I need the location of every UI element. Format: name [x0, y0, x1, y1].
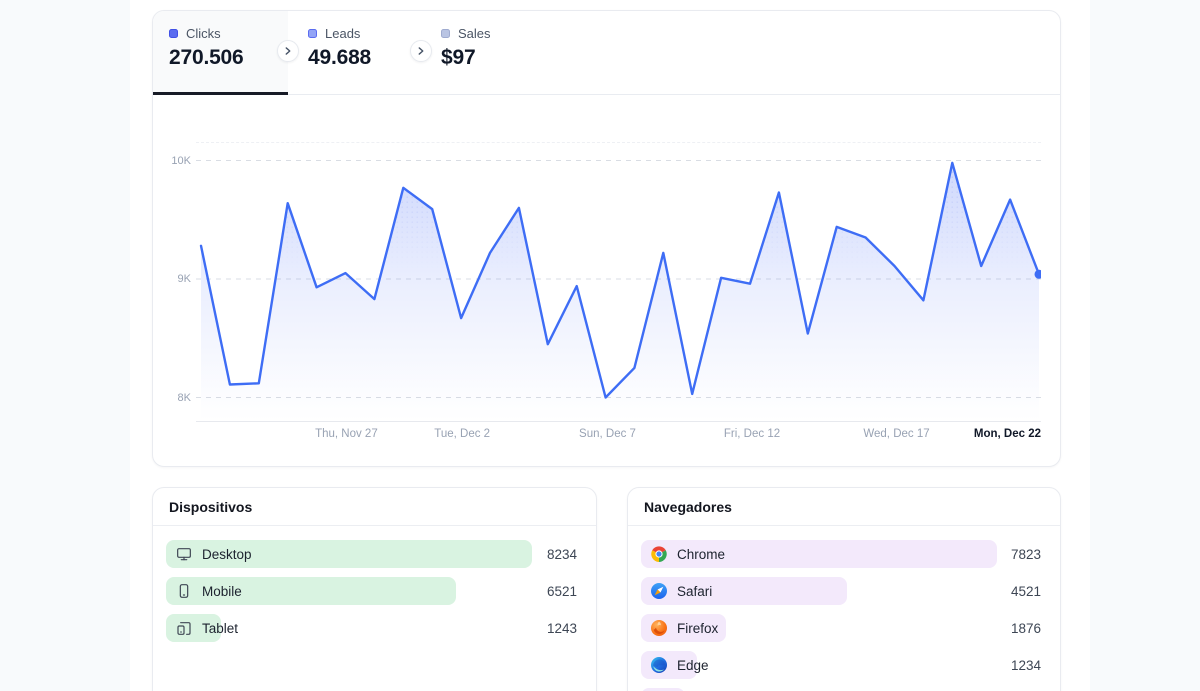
stat-row: Tablet 1243 — [166, 614, 582, 642]
row-value: 1876 — [1011, 621, 1046, 636]
row-label: Desktop — [202, 547, 252, 562]
tab-value: 270.506 — [169, 46, 288, 70]
x-axis-label: Mon, Dec 22 — [974, 428, 1041, 440]
chevron-right-icon — [281, 44, 295, 58]
chevron-right-icon — [414, 44, 428, 58]
tab-sales[interactable]: Sales $97 — [421, 11, 556, 94]
stat-row: Desktop 8234 — [166, 540, 582, 568]
stat-row: Mobile 6521 — [166, 577, 582, 605]
clicks-overview-card: Clicks 270.506 Leads 49.688 Sales $97 — [152, 10, 1061, 467]
x-axis-label: Sun, Dec 7 — [579, 428, 636, 440]
x-axis-label: Fri, Dec 12 — [724, 428, 780, 440]
tab-value: 49.688 — [308, 46, 421, 70]
row-value: 6521 — [547, 584, 582, 599]
row-label: Tablet — [202, 621, 238, 636]
tab-label: Clicks — [186, 26, 221, 41]
x-axis-labels: Thu, Nov 27 Tue, Dec 2 Sun, Dec 7 Fri, Dec … — [196, 428, 1041, 444]
chrome-icon — [651, 546, 667, 562]
y-axis-label: 8K — [155, 390, 191, 406]
next-tab-button[interactable] — [410, 40, 432, 62]
card-header: Navegadores — [628, 488, 1060, 526]
tab-leads[interactable]: Leads 49.688 — [288, 11, 421, 94]
card-title: Dispositivos — [169, 499, 252, 515]
row-label: Safari — [677, 584, 712, 599]
leads-swatch-icon — [308, 29, 317, 38]
dashboard-page: Clicks 270.506 Leads 49.688 Sales $97 — [0, 0, 1200, 691]
row-label: Chrome — [677, 547, 725, 562]
sales-swatch-icon — [441, 29, 450, 38]
x-axis-label: Wed, Dec 17 — [863, 428, 929, 440]
card-title: Navegadores — [644, 499, 732, 515]
firefox-icon — [651, 620, 667, 636]
y-axis-label: 9K — [155, 271, 191, 287]
summary-tabs: Clicks 270.506 Leads 49.688 Sales $97 — [153, 11, 1060, 95]
card-header: Dispositivos — [153, 488, 596, 526]
x-axis-label: Thu, Nov 27 — [315, 428, 378, 440]
stat-row: Safari 4521 — [641, 577, 1046, 605]
row-value: 4521 — [1011, 584, 1046, 599]
row-value: 1234 — [1011, 658, 1046, 673]
edge-icon — [651, 657, 667, 673]
row-label: Edge — [677, 658, 709, 673]
clicks-area-chart[interactable]: Thu, Nov 27 Tue, Dec 2 Sun, Dec 7 Fri, Dec … — [153, 94, 1060, 466]
safari-icon — [651, 583, 667, 599]
x-axis-line — [196, 421, 1041, 422]
mobile-icon — [176, 583, 192, 599]
stat-row: Chrome 7823 — [641, 540, 1046, 568]
devices-card: Dispositivos Desktop 8234 Mobile 6521 Ta… — [152, 487, 597, 691]
tablet-icon — [176, 620, 192, 636]
row-value: 7823 — [1011, 547, 1046, 562]
chart-plot[interactable] — [196, 146, 1041, 421]
desktop-icon — [176, 546, 192, 562]
tab-value: $97 — [441, 46, 556, 70]
row-label: Mobile — [202, 584, 242, 599]
tab-clicks[interactable]: Clicks 270.506 — [153, 11, 288, 94]
chart-top-border — [196, 142, 1041, 143]
browsers-card: Navegadores Chrome 7823 Safari 4521 Fire… — [627, 487, 1061, 691]
row-label: Firefox — [677, 621, 718, 636]
tab-label: Leads — [325, 26, 360, 41]
x-axis-label: Tue, Dec 2 — [434, 428, 490, 440]
next-tab-button[interactable] — [277, 40, 299, 62]
stat-row: Firefox 1876 — [641, 614, 1046, 642]
row-value: 1243 — [547, 621, 582, 636]
row-value: 8234 — [547, 547, 582, 562]
y-axis-label: 10K — [155, 153, 191, 169]
stat-row: Edge 1234 — [641, 651, 1046, 679]
tab-label: Sales — [458, 26, 491, 41]
clicks-swatch-icon — [169, 29, 178, 38]
